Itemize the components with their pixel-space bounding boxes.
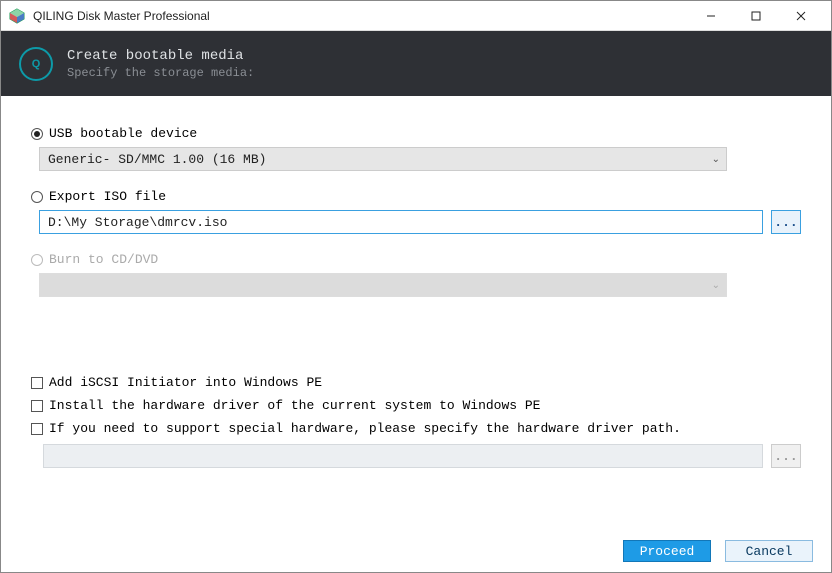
check-iscsi-row[interactable]: Add iSCSI Initiator into Windows PE xyxy=(31,375,801,390)
checkbox-hwdriver[interactable] xyxy=(31,400,43,412)
cddvd-dropdown: ⌄ xyxy=(39,273,727,297)
option-cddvd-label: Burn to CD/DVD xyxy=(49,252,158,267)
driver-path-input xyxy=(43,444,763,468)
footer: Proceed Cancel xyxy=(1,530,831,572)
option-cddvd: Burn to CD/DVD xyxy=(31,252,801,267)
driver-browse-button: ... xyxy=(771,444,801,468)
usb-device-dropdown[interactable]: Generic- SD/MMC 1.00 (16 MB) ⌄ xyxy=(39,147,727,171)
check-hwdriver-label: Install the hardware driver of the curre… xyxy=(49,398,540,413)
option-usb-label: USB bootable device xyxy=(49,126,197,141)
header-icon: Q xyxy=(19,47,53,81)
minimize-button[interactable] xyxy=(688,2,733,30)
cancel-button[interactable]: Cancel xyxy=(725,540,813,562)
usb-device-value: Generic- SD/MMC 1.00 (16 MB) xyxy=(48,152,266,167)
checkbox-specialhw[interactable] xyxy=(31,423,43,435)
check-iscsi-label: Add iSCSI Initiator into Windows PE xyxy=(49,375,322,390)
radio-cddvd xyxy=(31,254,43,266)
content: USB bootable device Generic- SD/MMC 1.00… xyxy=(1,96,831,468)
iso-path-value: D:\My Storage\dmrcv.iso xyxy=(48,215,227,230)
header-subtitle: Specify the storage media: xyxy=(67,66,254,80)
titlebar: QILING Disk Master Professional xyxy=(1,1,831,31)
option-iso-label: Export ISO file xyxy=(49,189,166,204)
maximize-button[interactable] xyxy=(733,2,778,30)
close-button[interactable] xyxy=(778,2,823,30)
chevron-down-icon: ⌄ xyxy=(712,154,720,165)
check-specialhw-label: If you need to support special hardware,… xyxy=(49,421,681,436)
radio-iso[interactable] xyxy=(31,191,43,203)
check-hwdriver-row[interactable]: Install the hardware driver of the curre… xyxy=(31,398,801,413)
checkbox-iscsi[interactable] xyxy=(31,377,43,389)
chevron-down-icon: ⌄ xyxy=(712,280,720,291)
proceed-button[interactable]: Proceed xyxy=(623,540,711,562)
header-title: Create bootable media xyxy=(67,48,254,64)
page-header: Q Create bootable media Specify the stor… xyxy=(1,31,831,96)
iso-browse-button[interactable]: ... xyxy=(771,210,801,234)
option-usb[interactable]: USB bootable device xyxy=(31,126,801,141)
radio-usb[interactable] xyxy=(31,128,43,140)
app-logo-icon xyxy=(9,8,25,24)
option-iso[interactable]: Export ISO file xyxy=(31,189,801,204)
check-specialhw-row[interactable]: If you need to support special hardware,… xyxy=(31,421,801,436)
window-title: QILING Disk Master Professional xyxy=(33,9,688,23)
iso-path-input[interactable]: D:\My Storage\dmrcv.iso xyxy=(39,210,763,234)
